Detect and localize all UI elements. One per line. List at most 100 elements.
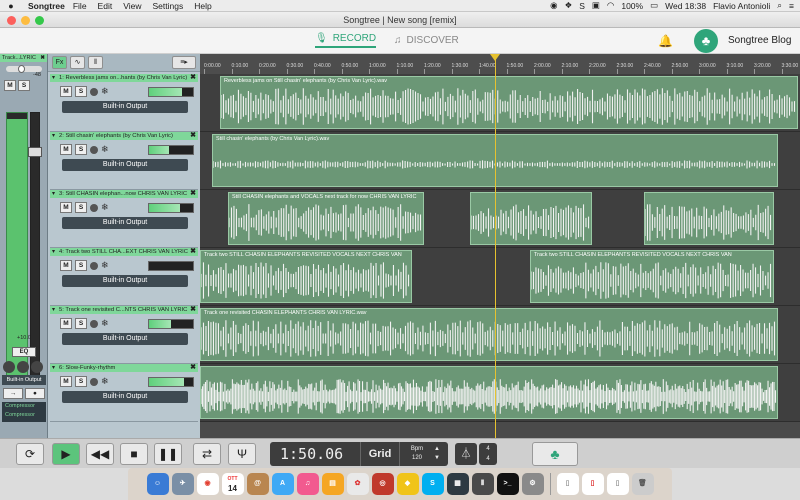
record-arm-button[interactable]: ● — [25, 388, 45, 399]
chrome-icon[interactable]: ◉ — [196, 473, 219, 495]
contacts-icon[interactable]: @ — [246, 473, 269, 495]
stop-button[interactable]: ■ — [120, 443, 148, 465]
appstore-icon[interactable]: A — [271, 473, 294, 495]
terminal-icon[interactable]: >_ — [496, 473, 519, 495]
pause-button[interactable]: ❚❚ — [154, 443, 182, 465]
track-output[interactable]: Built-in Output — [62, 101, 188, 113]
skype-dock-icon[interactable]: S — [421, 473, 444, 495]
solo-button[interactable]: S — [75, 318, 87, 329]
freeze-icon[interactable]: ❄ — [101, 202, 109, 213]
close-icon[interactable]: ✖ — [190, 306, 196, 314]
songtree-dock-icon[interactable]: ▦ — [446, 473, 469, 495]
search-icon[interactable]: ⌕ — [777, 0, 782, 11]
track-name[interactable]: ▾ 3: Still CHASIN elephan...now CHRIS VAN… — [50, 190, 198, 198]
track-lane[interactable]: Still CHASIN elephants and VOCALS next t… — [200, 190, 800, 248]
apple-icon[interactable]: ● — [4, 1, 18, 11]
effect-compressor-1[interactable]: Compressor — [2, 402, 46, 411]
track-output[interactable]: Built-in Output — [62, 391, 188, 403]
track-name[interactable]: ▾ 4: Track two STILL CHA...EXT CHRIS VAN … — [50, 248, 198, 256]
master-mute-button[interactable]: M — [4, 80, 16, 91]
freeze-icon[interactable]: ❄ — [101, 86, 109, 97]
track-menu-icon[interactable]: ≡▸ — [172, 56, 196, 69]
document-2-icon[interactable]: ▯ — [606, 473, 629, 495]
track-lane[interactable] — [200, 364, 800, 422]
songtree-blog-link[interactable]: Songtree Blog — [728, 35, 791, 46]
battery-text[interactable]: 100% — [621, 1, 643, 11]
playhead-marker-icon[interactable] — [490, 54, 500, 61]
solo-button[interactable]: S — [75, 376, 87, 387]
track-output[interactable]: Built-in Output — [62, 159, 188, 171]
close-icon[interactable]: ✖ — [40, 54, 45, 62]
skype-icon[interactable]: S — [579, 1, 585, 11]
audio-clip[interactable]: Track one revisited CHASIN ELEPHANTS CHR… — [200, 308, 778, 361]
track-name[interactable]: ▾ 2: Still chasin' elephants (by Chris Va… — [50, 132, 198, 140]
track-lane[interactable]: Track two STILL CHASIN ELEPHANTS REVISIT… — [200, 248, 800, 306]
mute-button[interactable]: M — [60, 86, 72, 97]
pan-slider[interactable] — [6, 65, 42, 73]
close-icon[interactable]: ✖ — [190, 190, 196, 198]
knob-1[interactable] — [3, 361, 15, 373]
solo-button[interactable]: S — [75, 202, 87, 213]
user-name[interactable]: Flavio Antonioli — [713, 1, 770, 11]
mute-button[interactable]: M — [60, 376, 72, 387]
eq-button[interactable]: EQ — [12, 347, 36, 357]
track-lane[interactable]: Still chasin' elephants (by Chris Van Ly… — [200, 132, 800, 190]
photos-icon[interactable]: ✿ — [346, 473, 369, 495]
freeze-icon[interactable]: ❄ — [101, 376, 109, 387]
clipboard-icon[interactable]: ▣ — [592, 0, 600, 11]
track-output[interactable]: Built-in Output — [62, 275, 188, 287]
finder-icon[interactable]: ☺ — [146, 473, 169, 495]
menu-help[interactable]: Help — [194, 1, 211, 11]
calendar-icon[interactable]: OTT 14 — [221, 473, 244, 495]
trash-icon[interactable]: 🗑 — [631, 473, 654, 495]
script-icon[interactable]: ◆ — [396, 473, 419, 495]
loop-icon[interactable]: ⟳ — [16, 443, 44, 465]
dropbox-icon[interactable]: ❖ — [565, 0, 573, 11]
mute-button[interactable]: M — [60, 260, 72, 271]
track-name[interactable]: ▾ 6: Slow-Funky-rhythm ✖ — [50, 364, 198, 372]
record-arm-button[interactable] — [90, 145, 98, 154]
tuner-icon[interactable]: ⦀ — [88, 56, 103, 69]
master-output[interactable]: Built-in Output — [2, 375, 46, 385]
knob-2[interactable] — [17, 361, 29, 373]
list-icon[interactable]: ≡ — [789, 1, 794, 11]
track-name[interactable]: ▾ 5: Track one revisited C...NTS CHRIS VA… — [50, 306, 198, 314]
track-lane[interactable]: Reverbless jams on Still chasin' elephan… — [200, 74, 800, 132]
mute-button[interactable]: M — [60, 144, 72, 155]
knob-3[interactable] — [31, 361, 43, 373]
mute-button[interactable]: M — [60, 202, 72, 213]
record-arm-button[interactable] — [90, 319, 98, 328]
collapse-arrow-icon[interactable]: ▾ — [52, 364, 55, 372]
menu-view[interactable]: View — [123, 1, 141, 11]
track-output[interactable]: Built-in Output — [62, 333, 188, 345]
solo-button[interactable]: S — [75, 144, 87, 155]
bpm-control[interactable]: Bpm 120 — [400, 445, 434, 463]
record-arm-button[interactable] — [90, 261, 98, 270]
freeze-icon[interactable]: ❄ — [101, 318, 109, 329]
battery-icon[interactable]: ▭ — [650, 0, 658, 11]
audio-clip[interactable] — [644, 192, 774, 245]
menu-app-name[interactable]: Songtree — [28, 1, 65, 11]
launchpad-icon[interactable]: ✈ — [171, 473, 194, 495]
record-arm-button[interactable] — [90, 377, 98, 386]
close-icon[interactable]: ✖ — [190, 132, 196, 140]
audio-clip[interactable]: Track two STILL CHASIN ELEPHANTS REVISIT… — [530, 250, 774, 303]
photo-booth-icon[interactable]: ◎ — [371, 473, 394, 495]
record-arm-button[interactable] — [90, 87, 98, 96]
timeline[interactable]: 0:00.00 0:10.00 0:20.00 0:30.00 0:40.00 0:50.… — [200, 54, 800, 438]
songtree-publish-button[interactable]: ♣ — [532, 442, 578, 466]
playhead[interactable] — [495, 54, 496, 438]
menu-file[interactable]: File — [73, 1, 87, 11]
collapse-arrow-icon[interactable]: ▾ — [52, 74, 55, 82]
collapse-arrow-icon[interactable]: ▾ — [52, 306, 55, 314]
record-arm-button[interactable] — [90, 203, 98, 212]
close-icon[interactable]: ✖ — [190, 248, 196, 256]
audio-clip[interactable]: Track two STILL CHASIN ELEPHANTS REVISIT… — [200, 250, 412, 303]
track-name[interactable]: ▾ 1: Reverbless jams on...hants (by Chris… — [50, 74, 198, 82]
mixer-icon[interactable]: ⦀ — [471, 473, 494, 495]
rewind-button[interactable]: ◀◀ — [86, 443, 114, 465]
wifi-icon[interactable]: ◠ — [607, 0, 614, 11]
pdf-icon[interactable]: ▯ — [581, 473, 604, 495]
fx-button[interactable]: Fx — [52, 56, 67, 69]
tab-discover[interactable]: ♫ DISCOVER — [394, 33, 459, 48]
